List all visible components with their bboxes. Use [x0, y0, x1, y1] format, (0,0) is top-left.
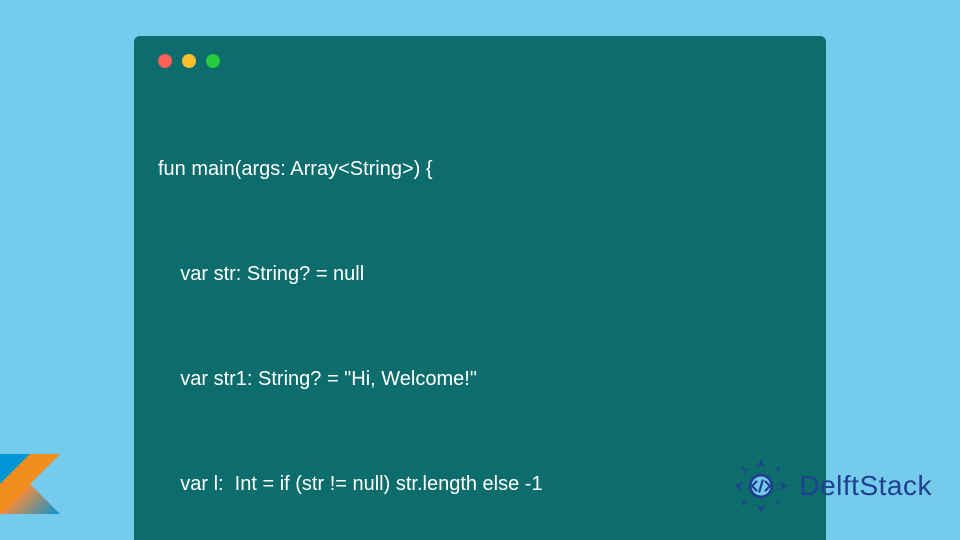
close-icon: [158, 54, 172, 68]
minimize-icon: [182, 54, 196, 68]
window-controls: [158, 54, 802, 68]
kotlin-logo-icon: [0, 454, 60, 514]
code-line: fun main(args: Array<String>) {: [158, 152, 802, 187]
code-block: fun main(args: Array<String>) { var str:…: [158, 82, 802, 540]
code-window: fun main(args: Array<String>) { var str:…: [134, 36, 826, 540]
delftstack-logo-icon: [733, 458, 789, 514]
maximize-icon: [206, 54, 220, 68]
code-line: var str1: String? = "Hi, Welcome!": [158, 362, 802, 397]
code-line: var str: String? = null: [158, 257, 802, 292]
code-line: var l: Int = if (str != null) str.length…: [158, 467, 802, 502]
brand-name: DelftStack: [799, 470, 932, 502]
brand: DelftStack: [733, 458, 932, 514]
